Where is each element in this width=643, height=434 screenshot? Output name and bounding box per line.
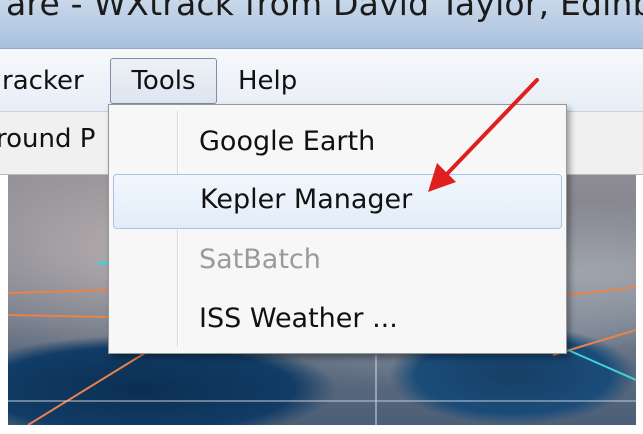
menu-item-label: SatBatch [199,244,321,275]
menu-help[interactable]: Help [232,59,303,103]
orbit-track-line [567,286,636,296]
window-title: are - WXtrack from David Taylor, Edinbur… [6,0,643,23]
orbit-track-line [27,344,159,425]
menu-bar: racker Tools Help [0,49,643,112]
screenshot-frame: are - WXtrack from David Taylor, Edinbur… [0,0,643,434]
menu-item-iss-weather[interactable]: ISS Weather ... [113,293,562,348]
tools-dropdown-menu: Google Earth Kepler Manager SatBatch ISS… [108,104,567,354]
menu-item-kepler-manager[interactable]: Kepler Manager [113,174,562,229]
tab-ground-plot[interactable]: round P [0,124,95,154]
menu-item-satbatch: SatBatch [113,234,562,289]
satellite-track-line [567,349,636,381]
orbit-track-line [8,289,109,294]
orbit-track-line [8,314,109,318]
menu-item-google-earth[interactable]: Google Earth [113,116,562,171]
menu-tools[interactable]: Tools [110,58,217,104]
window-border [636,175,643,425]
menu-item-label: Kepler Manager [200,184,413,215]
window-title-bar: are - WXtrack from David Taylor, Edinbur… [0,0,643,49]
menu-item-label: ISS Weather ... [199,303,398,334]
menu-item-label: Google Earth [199,126,376,157]
menu-tracker[interactable]: racker [0,59,90,103]
window-border [0,175,8,425]
